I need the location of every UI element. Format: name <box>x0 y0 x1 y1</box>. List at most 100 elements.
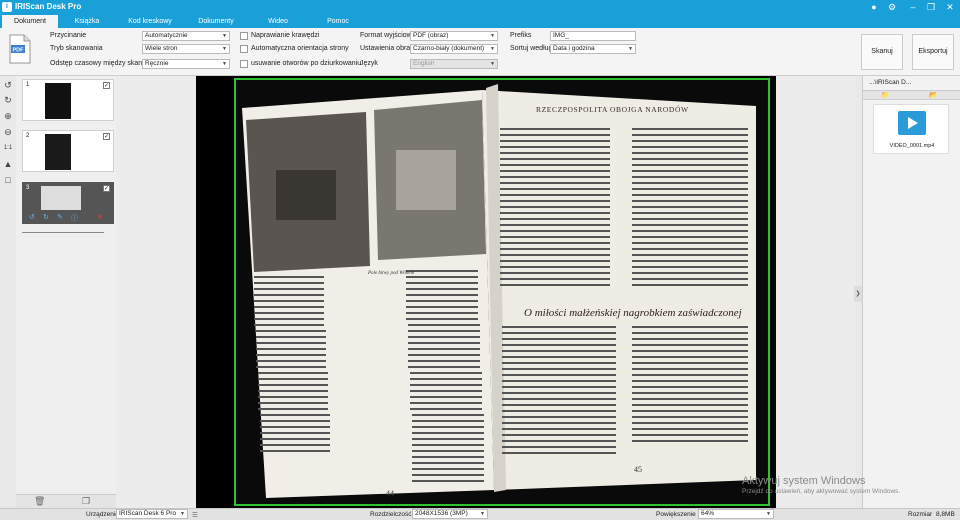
book-header: RZECZPOSPOLITA OBOJGA NARODÓW <box>536 104 689 114</box>
thumbnail-number: 3 <box>26 185 30 191</box>
tab-bar: Dokument Książka Kod kreskowy Dokumenty … <box>0 14 960 38</box>
thumbnail-actions: 🗑 ❐ <box>16 494 116 508</box>
trash-icon[interactable]: 🗑 <box>34 496 45 507</box>
zoom-in-icon[interactable]: ⊕ <box>2 110 14 122</box>
thumbnail-checkbox[interactable]: ✓ <box>103 133 110 140</box>
device-label: Urządzenie <box>86 511 119 518</box>
prefix-label: Prefiks <box>510 32 532 39</box>
thumbnail-checkbox[interactable]: ✓ <box>103 82 110 89</box>
restore-icon[interactable]: ❐ <box>925 1 937 13</box>
format-label: Format wyjściowy <box>360 32 416 39</box>
stamp-icon[interactable]: ▲ <box>2 158 14 170</box>
auto-orient-label: Automatyczna orientacja strony <box>251 45 349 52</box>
settings-toolbar: PDF Przycinanie Automatycznie ▼ Tryb skan… <box>0 28 960 76</box>
tab-kod-kreskowy[interactable]: Kod kreskowy <box>120 15 180 28</box>
thumbnail-checkbox[interactable]: ✓ <box>103 185 110 192</box>
tab-dokumenty-tozsamosci[interactable]: Dokumenty tożsamości <box>180 15 252 38</box>
globe-icon[interactable]: ● <box>868 1 880 13</box>
zoom-select[interactable]: 64% ▼ <box>698 509 774 519</box>
copy-icon[interactable]: ❐ <box>82 496 90 507</box>
language-select[interactable]: English ▼ <box>410 59 498 69</box>
collapse-panel-button[interactable]: ❯ <box>854 286 862 302</box>
output-panel: ...\IRIScan D... 📁 📂 VIDEO_0001.mp4 <box>862 76 960 508</box>
app-title: IRIScan Desk Pro <box>15 2 82 11</box>
image-settings-label: Ustawienia obrazu <box>360 45 418 52</box>
windows-activation-text: Przejdź do ustawień, aby aktywować syste… <box>742 488 901 495</box>
close-icon[interactable]: ✕ <box>944 1 956 13</box>
tab-dokument[interactable]: Dokument <box>2 15 58 28</box>
photo-caption: Pole bitwy pod Wilnem <box>367 271 415 276</box>
fix-edges-checkbox[interactable] <box>240 32 248 40</box>
file-name: VIDEO_0001.mp4 <box>889 143 935 149</box>
sort-select[interactable]: Data i godzina ▼ <box>550 44 636 54</box>
crop-select[interactable]: Automatycznie ▼ <box>142 31 230 41</box>
thumbnail-image <box>45 83 71 119</box>
resolution-label: Rozdzielczość <box>370 511 412 518</box>
browse-folder-icon[interactable]: 📂 <box>929 91 938 99</box>
crop-label: Przycinanie <box>50 32 87 39</box>
resolution-select[interactable]: 2048X1536 (3MP) ▼ <box>412 509 488 519</box>
remove-holes-label: usuwanie otworów po dziurkowaniu <box>251 60 362 67</box>
thumbnail-item[interactable]: 1 ✓ <box>22 79 114 121</box>
tab-wideo[interactable]: Wideo <box>256 15 300 28</box>
rotate-left-icon[interactable]: ↺ <box>2 79 14 91</box>
format-select[interactable]: PDF (obraz) ▼ <box>410 31 498 41</box>
tab-pomoc[interactable]: Pomoc <box>316 15 360 28</box>
thumbnail-image <box>45 134 71 170</box>
thumbnail-item[interactable]: 2 ✓ <box>22 130 114 172</box>
thumbnail-image <box>41 186 81 210</box>
output-path: ...\IRIScan D... <box>869 79 912 86</box>
thumbnail-number: 2 <box>26 133 30 139</box>
title-bar: i IRIScan Desk Pro ● ⚙ – ❐ ✕ <box>0 0 960 14</box>
sort-label: Sortuj według <box>510 45 553 52</box>
open-folder-icon[interactable]: 📁 <box>881 91 890 99</box>
edit-thumb-icon[interactable]: ✎ <box>57 213 63 221</box>
image-settings-select[interactable]: Czarno-biały (dokument) ▼ <box>410 44 498 54</box>
video-file-icon <box>898 111 926 135</box>
prefix-input[interactable]: IMG_ <box>550 31 636 41</box>
pdf-icon: PDF <box>9 34 31 64</box>
remove-holes-checkbox[interactable] <box>240 60 248 68</box>
device-settings-icon[interactable]: ☰ <box>192 511 198 519</box>
page-number-left: 44 <box>386 489 394 498</box>
device-select[interactable]: IRIScan Desk 6 Pro ▼ <box>116 509 188 519</box>
file-item[interactable]: VIDEO_0001.mp4 <box>873 104 949 154</box>
page-number-right: 45 <box>634 465 642 474</box>
actual-size-icon[interactable]: 1:1 <box>2 142 14 154</box>
thumbnail-number: 1 <box>26 82 30 88</box>
thumbnail-item-selected[interactable]: 3 ✓ ↺ ↻ ✎ ⓘ ✕ <box>22 182 114 224</box>
play-icon <box>908 117 918 129</box>
left-toolbar: ↺ ↻ ⊕ ⊖ 1:1 ▲ □ <box>0 76 16 506</box>
rotate-right-icon[interactable]: ↻ <box>2 94 14 106</box>
scan-mode-select[interactable]: Wiele stron ▼ <box>142 44 230 54</box>
gear-icon[interactable]: ⚙ <box>886 1 898 13</box>
tab-ksiazka[interactable]: Książka <box>64 15 110 28</box>
camera-preview[interactable]: Pole bitwy pod Wilnem 44 RZECZPOSPOLITA … <box>234 78 770 506</box>
language-label: Język <box>360 60 378 67</box>
size-value: 8,8MB <box>936 511 955 518</box>
book-heading: O miłości małżeńskiej nagrobkiem zaświad… <box>524 307 742 319</box>
delete-thumb-icon[interactable]: ✕ <box>97 213 103 221</box>
refresh-thumb-icon[interactable]: ↻ <box>43 213 49 221</box>
zoom-label: Powiększenie <box>656 511 696 518</box>
folder-toolbar: 📁 📂 <box>863 90 960 100</box>
status-bar: Urządzenie IRIScan Desk 6 Pro ▼ ☰ Rozdzie… <box>0 508 960 520</box>
export-button[interactable]: Eksportuj <box>912 34 954 70</box>
preview-area: Pole bitwy pod Wilnem 44 RZECZPOSPOLITA … <box>116 76 856 508</box>
crop-frame-icon[interactable]: □ <box>2 174 14 186</box>
scan-button[interactable]: Skanuj <box>861 34 903 70</box>
interval-label: Odstęp czasowy między skanami <box>50 60 154 67</box>
fix-edges-label: Naprawianie krawędzi <box>251 32 320 39</box>
book-photo: Pole bitwy pod Wilnem 44 RZECZPOSPOLITA … <box>236 80 768 504</box>
interval-select[interactable]: Ręcznie ▼ <box>142 59 230 69</box>
thumbnail-panel: 1 ✓ 2 ✓ 3 ✓ ↺ ↻ ✎ ⓘ ✕ <box>16 76 116 494</box>
scan-mode-label: Tryb skanowania <box>50 45 103 52</box>
auto-orient-checkbox[interactable] <box>240 45 248 53</box>
zoom-out-icon[interactable]: ⊖ <box>2 126 14 138</box>
rotate-thumb-icon[interactable]: ↺ <box>29 213 35 221</box>
minimize-icon[interactable]: – <box>907 1 919 13</box>
thumb-scroll-slider[interactable] <box>22 230 104 233</box>
app-logo-icon: i <box>2 2 12 12</box>
info-thumb-icon[interactable]: ⓘ <box>71 213 78 223</box>
windows-activation-title: Aktywuj system Windows <box>742 475 866 487</box>
